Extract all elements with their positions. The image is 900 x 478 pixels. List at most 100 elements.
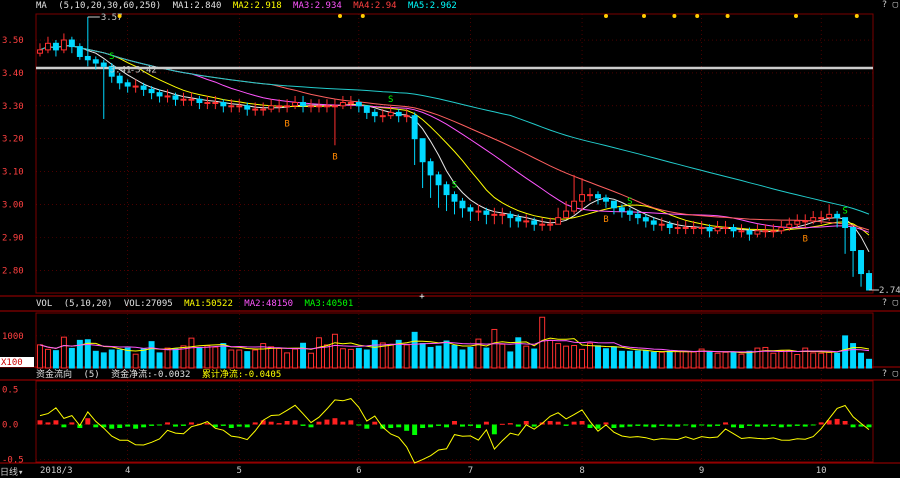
volume-bar[interactable] [60, 336, 67, 369]
candle-body[interactable] [164, 95, 171, 98]
indicator-bar[interactable] [284, 421, 290, 425]
volume-bar[interactable] [658, 351, 665, 369]
candle-body[interactable] [124, 82, 131, 87]
indicator-bar[interactable] [236, 424, 242, 427]
candle-body[interactable] [674, 227, 681, 230]
volume-bar[interactable] [579, 348, 586, 369]
indicator-bar[interactable] [61, 424, 67, 428]
candle-body[interactable] [770, 230, 777, 233]
volume-bar[interactable] [634, 350, 641, 369]
period-selector[interactable]: 日线▾ [0, 465, 23, 478]
candle-body[interactable] [140, 85, 147, 90]
candle-body[interactable] [858, 250, 865, 275]
volume-bar[interactable] [387, 344, 394, 369]
indicator-bar[interactable] [778, 424, 784, 428]
indicator-bar[interactable] [300, 424, 306, 426]
stock-chart[interactable]: 3.50 3.40 3.30 3.20 3.10 3.00 2.90 2.80 2018/3 4 5… [0, 0, 900, 477]
candle-body[interactable] [555, 217, 562, 225]
candle-body[interactable] [626, 210, 633, 215]
candle-body[interactable] [595, 194, 601, 199]
candle-body[interactable] [52, 42, 59, 51]
indicator-bar[interactable] [715, 424, 721, 426]
candle-body[interactable] [754, 230, 761, 235]
event-dot-icon[interactable] [854, 14, 859, 18]
candle-body[interactable] [826, 213, 833, 219]
candle-body[interactable] [842, 217, 849, 229]
indicator-bar[interactable] [53, 420, 59, 425]
volume-bar[interactable] [547, 339, 554, 369]
candle-body[interactable] [347, 102, 354, 105]
volume-bar[interactable] [467, 346, 474, 369]
candle-body[interactable] [483, 210, 490, 215]
indicator-bar[interactable] [220, 424, 226, 426]
volume-bar[interactable] [674, 350, 681, 369]
candle-body[interactable] [786, 223, 793, 229]
candle-body[interactable] [690, 227, 697, 230]
volume-bar[interactable] [92, 350, 99, 369]
candle-body[interactable] [284, 105, 291, 108]
indicator-bar[interactable] [372, 421, 378, 425]
indicator-bar[interactable] [348, 420, 354, 425]
price-indicator-name[interactable]: MA [36, 1, 47, 11]
candle-body[interactable] [300, 102, 307, 107]
candle-body[interactable] [794, 220, 801, 225]
volume-bar[interactable] [68, 347, 75, 369]
candle-body[interactable] [499, 213, 506, 216]
indicator-bar[interactable] [340, 421, 346, 425]
indicator-bar[interactable] [786, 424, 792, 427]
indicator-bar[interactable] [683, 424, 689, 426]
volume-bar[interactable] [347, 348, 354, 369]
volume-bar[interactable] [770, 352, 777, 369]
indicator-bar[interactable] [762, 424, 768, 427]
indicator-bar[interactable] [428, 424, 434, 428]
volume-bar[interactable] [834, 352, 841, 369]
volume-bar[interactable] [292, 348, 299, 369]
candle-body[interactable] [658, 223, 665, 226]
indicator-bar[interactable] [667, 424, 673, 427]
indicator-bar[interactable] [491, 424, 497, 435]
event-dot-icon[interactable] [725, 14, 730, 18]
volume-bar[interactable] [316, 337, 322, 369]
candle-body[interactable] [778, 227, 785, 232]
candle-body[interactable] [610, 200, 617, 209]
indicator-bar[interactable] [707, 424, 713, 427]
candle-body[interactable] [682, 227, 689, 230]
indicator-bar[interactable] [723, 422, 728, 425]
indicator-bar[interactable] [244, 424, 250, 428]
indicator-bar[interactable] [332, 418, 338, 425]
candle-body[interactable] [698, 227, 705, 230]
indicator-bar[interactable] [356, 424, 362, 426]
volume-bar[interactable] [212, 346, 219, 369]
indicator-bar[interactable] [866, 424, 872, 428]
volume-bar[interactable] [706, 351, 713, 369]
volume-bar[interactable] [595, 345, 601, 369]
candle-body[interactable] [762, 230, 769, 233]
indicator-bar[interactable] [188, 422, 194, 425]
candle-body[interactable] [587, 194, 593, 197]
volume-bar[interactable] [252, 349, 259, 369]
candle-body[interactable] [435, 174, 442, 186]
candle-body[interactable] [260, 108, 267, 111]
indicator-bar[interactable] [850, 424, 856, 428]
volume-bar[interactable] [44, 348, 51, 369]
indicator-bar[interactable] [675, 424, 681, 427]
indicator-bar[interactable] [133, 424, 139, 429]
candle-body[interactable] [308, 105, 314, 108]
indicator-bar[interactable] [396, 424, 402, 428]
indicator-bar[interactable] [810, 424, 816, 426]
volume-bar[interactable] [682, 351, 689, 369]
event-dot-icon[interactable] [794, 14, 798, 18]
volume-bar[interactable] [794, 354, 801, 369]
volume-bar[interactable] [523, 345, 530, 369]
candle-body[interactable] [491, 213, 498, 216]
volume-bar[interactable] [268, 346, 275, 369]
indicator-bar[interactable] [69, 422, 75, 425]
indicator-panel-controls[interactable]: ? ▢ [882, 369, 898, 379]
indicator-bar[interactable] [635, 424, 641, 426]
indicator-bar[interactable] [619, 424, 625, 428]
volume-bar[interactable] [531, 348, 538, 369]
volume-bar[interactable] [164, 347, 171, 369]
volume-bar[interactable] [403, 344, 410, 369]
candle-body[interactable] [244, 105, 251, 110]
indicator-bar[interactable] [842, 421, 848, 425]
